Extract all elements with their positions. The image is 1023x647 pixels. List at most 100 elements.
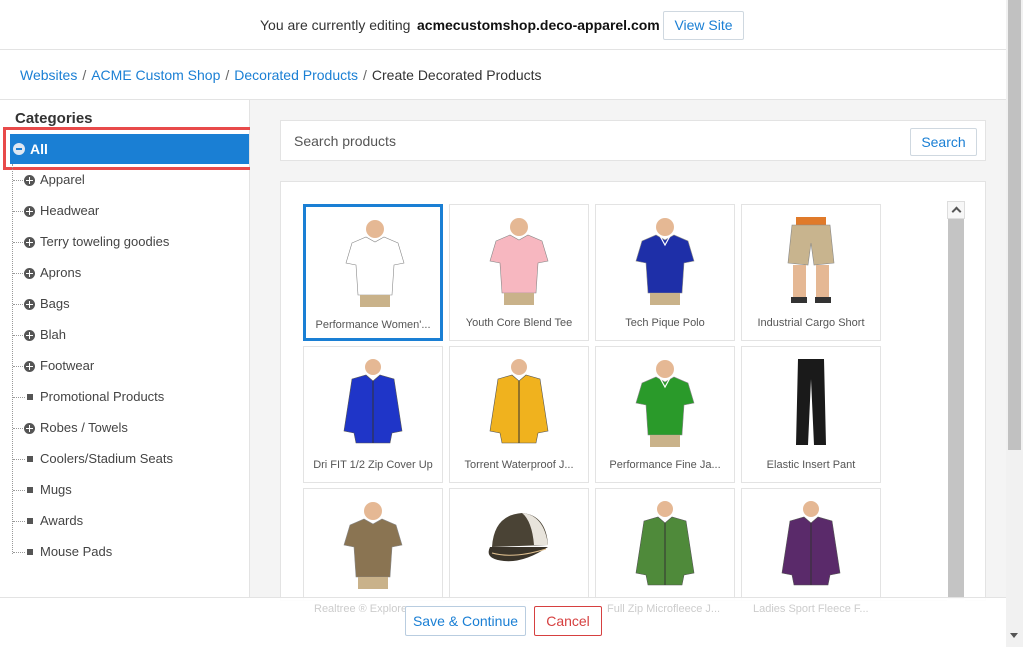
product-image	[328, 355, 418, 447]
product-image	[330, 215, 420, 307]
product-name: Youth Core Blend Tee	[465, 317, 573, 329]
product-name: Performance Fine Ja...	[609, 459, 721, 471]
breadcrumb: Websites / ACME Custom Shop / Decorated Prod…	[20, 67, 542, 83]
expand-icon[interactable]	[24, 299, 35, 310]
product-image	[620, 355, 710, 447]
category-item[interactable]: Promotional Products	[0, 382, 249, 413]
save-continue-button[interactable]: Save & Continue	[405, 606, 526, 636]
category-item[interactable]: Awards	[0, 506, 249, 537]
breadcrumb-current: Create Decorated Products	[371, 67, 542, 83]
expand-icon[interactable]	[24, 237, 35, 248]
product-name: Elastic Insert Pant	[766, 459, 856, 471]
categories-sidebar: Categories All Apparel Headwear Terry towe…	[0, 100, 257, 597]
product-name-overlapped: Full Zip Microfleece J...	[607, 603, 721, 615]
category-item[interactable]: Blah	[0, 320, 249, 351]
leaf-icon	[27, 394, 33, 400]
leaf-icon	[27, 549, 33, 555]
site-domain: acmecustomshop.deco-apparel.com	[417, 17, 660, 33]
category-label: Bags	[40, 296, 70, 311]
product-card[interactable]: Dri FIT 1/2 Zip Cover Up	[303, 346, 443, 483]
product-image	[474, 213, 564, 305]
product-name: Torrent Waterproof J...	[464, 459, 574, 471]
breadcrumb-separator: /	[363, 67, 367, 83]
breadcrumb-acme-custom-shop[interactable]: ACME Custom Shop	[91, 67, 220, 83]
product-name: Performance Women'...	[315, 319, 431, 331]
category-item[interactable]: Terry toweling goodies	[0, 227, 249, 258]
scroll-up-icon[interactable]	[947, 201, 965, 219]
product-image	[766, 213, 856, 305]
breadcrumb-decorated-products[interactable]: Decorated Products	[234, 67, 358, 83]
search-button[interactable]: Search	[910, 128, 977, 156]
category-label: Footwear	[40, 358, 95, 373]
category-item[interactable]: Mouse Pads	[0, 537, 249, 568]
category-item[interactable]: Apparel	[0, 165, 249, 196]
leaf-icon	[27, 487, 33, 493]
category-label: Aprons	[40, 265, 82, 280]
category-label: Promotional Products	[40, 389, 165, 404]
category-tree: Apparel Headwear Terry toweling goodies Apr…	[0, 165, 249, 568]
product-card[interactable]: Ladies Sport Fleece F...	[741, 488, 881, 600]
product-image	[766, 355, 856, 447]
product-card[interactable]: Elastic Insert Pant	[741, 346, 881, 483]
search-bar: Search	[280, 120, 986, 161]
breadcrumb-websites[interactable]: Websites	[20, 67, 77, 83]
product-image	[328, 497, 418, 589]
product-grid-scrollbar[interactable]	[947, 201, 965, 621]
search-input[interactable]	[281, 121, 901, 160]
product-image	[620, 213, 710, 305]
product-card[interactable]: Realtree ® Explorer...	[303, 488, 443, 600]
expand-icon[interactable]	[24, 330, 35, 341]
product-name: Dri FIT 1/2 Zip Cover Up	[313, 459, 433, 471]
cancel-button[interactable]: Cancel	[534, 606, 602, 636]
tree-connector	[13, 490, 25, 491]
expand-icon[interactable]	[24, 175, 35, 186]
category-item[interactable]: Mugs	[0, 475, 249, 506]
product-card[interactable]: Youth Core Blend Tee	[449, 204, 589, 341]
category-item[interactable]: Bags	[0, 289, 249, 320]
category-item[interactable]: Aprons	[0, 258, 249, 289]
product-card[interactable]: Tech Pique Polo	[595, 204, 735, 341]
scrollbar-thumb[interactable]	[948, 219, 964, 599]
leaf-icon	[27, 518, 33, 524]
scroll-down-icon[interactable]	[1010, 633, 1018, 638]
selection-highlight	[3, 127, 257, 170]
expand-icon[interactable]	[24, 268, 35, 279]
tree-connector	[13, 552, 25, 553]
editing-notice: You are currently editing	[260, 17, 411, 33]
breadcrumb-separator: /	[225, 67, 230, 83]
product-name-overlapped: Ladies Sport Fleece F...	[753, 603, 869, 615]
page-scrollbar[interactable]	[1006, 0, 1023, 647]
breadcrumb-separator: /	[82, 67, 87, 83]
product-card[interactable]: Performance Fine Ja...	[595, 346, 735, 483]
product-name-overlapped: Realtree ® Explorer...	[314, 603, 420, 615]
expand-icon[interactable]	[24, 361, 35, 372]
product-image	[620, 497, 710, 589]
tree-connector	[13, 521, 25, 522]
category-item[interactable]: Coolers/Stadium Seats	[0, 444, 249, 475]
product-image	[474, 355, 564, 447]
product-card[interactable]	[449, 488, 589, 600]
category-label: Mouse Pads	[40, 544, 113, 559]
category-item[interactable]: Footwear	[0, 351, 249, 382]
category-label: Headwear	[40, 203, 100, 218]
category-item[interactable]: Headwear	[0, 196, 249, 227]
page-scrollbar-thumb[interactable]	[1008, 0, 1021, 450]
category-label: Robes / Towels	[40, 420, 128, 435]
top-bar: You are currently editing acmecustomshop…	[0, 0, 1006, 50]
expand-icon[interactable]	[24, 206, 35, 217]
product-card[interactable]: Torrent Waterproof J...	[449, 346, 589, 483]
product-name: Tech Pique Polo	[625, 317, 705, 329]
footer-bar: Realtree ® Explorer... Full Zip Microfle…	[0, 597, 1006, 647]
product-image	[474, 497, 564, 589]
category-label: Coolers/Stadium Seats	[40, 451, 173, 466]
tree-connector	[13, 459, 25, 460]
product-card[interactable]: Industrial Cargo Short	[741, 204, 881, 341]
view-site-button[interactable]: View Site	[663, 11, 744, 40]
category-label: Terry toweling goodies	[40, 234, 170, 249]
expand-icon[interactable]	[24, 423, 35, 434]
product-name: Industrial Cargo Short	[757, 317, 865, 329]
product-card[interactable]: Performance Women'...	[303, 204, 443, 341]
product-card[interactable]: Full Zip Microfleece J...	[595, 488, 735, 600]
product-grid: Performance Women'... Youth Core Blend T…	[280, 181, 986, 601]
category-item[interactable]: Robes / Towels	[0, 413, 249, 444]
